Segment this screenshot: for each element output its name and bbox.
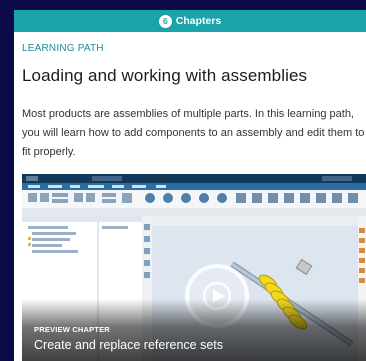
preview-chapter-thumbnail[interactable]: PREVIEW CHAPTER Create and replace refer…	[22, 174, 366, 361]
path-description: Most products are assemblies of multiple…	[22, 108, 365, 158]
path-type-label: LEARNING PATH	[22, 43, 104, 54]
path-title[interactable]: Loading and working with assemblies	[22, 66, 366, 86]
chapter-caption-overlay: PREVIEW CHAPTER Create and replace refer…	[22, 299, 366, 361]
learning-path-card[interactable]: 6 Chapters LEARNING PATH Loading and wor…	[14, 10, 366, 361]
preview-chapter-title[interactable]: Create and replace reference sets	[34, 338, 223, 352]
chapters-label: Chapters	[175, 15, 222, 27]
chapter-count-badge: 6	[158, 14, 172, 28]
page-background: 6 Chapters LEARNING PATH Loading and wor…	[0, 0, 366, 361]
preview-chapter-label: PREVIEW CHAPTER	[34, 325, 110, 334]
chapters-banner: 6 Chapters	[14, 10, 366, 32]
